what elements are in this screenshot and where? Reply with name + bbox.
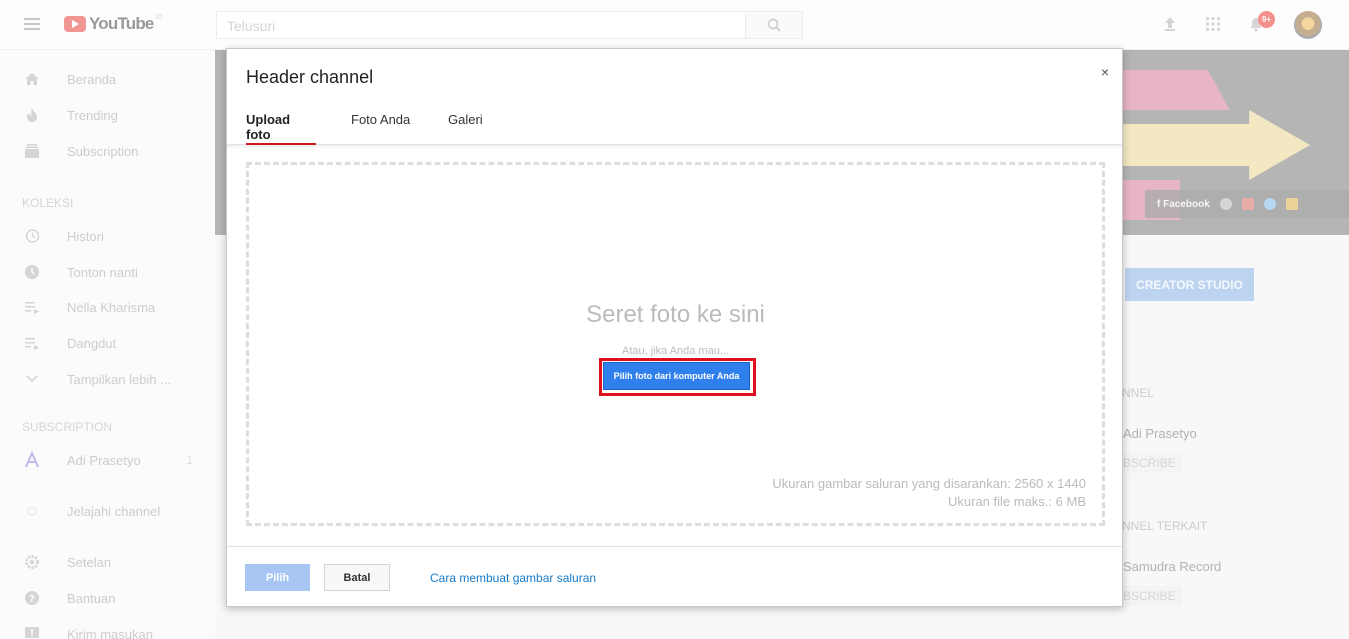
max-file-size-text: Ukuran file maks.: 6 MB — [948, 494, 1086, 509]
choose-from-computer-button[interactable]: Pilih foto dari komputer Anda — [603, 362, 750, 390]
photo-drop-zone[interactable]: Seret foto ke sini Atau, jika Anda mau..… — [246, 162, 1105, 526]
help-link[interactable]: Cara membuat gambar saluran — [430, 571, 596, 585]
cancel-button[interactable]: Batal — [324, 564, 390, 591]
close-icon[interactable]: × — [1098, 64, 1112, 80]
drop-subtitle: Atau, jika Anda mau... — [621, 345, 729, 357]
tab-upload-foto[interactable]: Upload foto — [246, 107, 316, 145]
recommended-size-text: Ukuran gambar saluran yang disarankan: 2… — [772, 476, 1086, 491]
dialog-title: Header channel — [246, 67, 374, 87]
tabs-divider — [227, 145, 1122, 149]
size-requirements: Ukuran gambar saluran yang disarankan: 2… — [772, 475, 1086, 511]
select-button[interactable]: Pilih — [245, 564, 310, 591]
dialog-tabs: Upload foto Foto Anda Galeri — [227, 107, 1122, 145]
drop-title: Seret foto ke sini — [586, 301, 765, 328]
tab-foto-anda[interactable]: Foto Anda — [351, 107, 410, 145]
tab-galeri[interactable]: Galeri — [448, 107, 483, 145]
dialog-footer: Pilih Batal Cara membuat gambar saluran — [227, 546, 1122, 606]
header-channel-dialog: Header channel × Upload foto Foto Anda G… — [226, 48, 1123, 607]
